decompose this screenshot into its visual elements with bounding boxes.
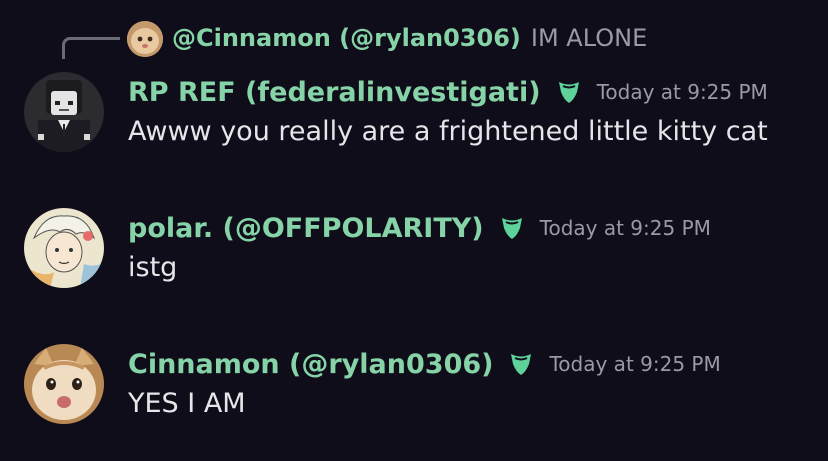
shield-badge-icon[interactable] bbox=[498, 214, 526, 242]
timestamp[interactable]: Today at 9:25 PM bbox=[540, 216, 711, 240]
timestamp[interactable]: Today at 9:25 PM bbox=[549, 352, 720, 376]
reply-text[interactable]: IM ALONE bbox=[531, 24, 647, 52]
shield-badge-icon[interactable] bbox=[507, 350, 535, 378]
message-header: RP REF (federalinvestigati) Today at 9:2… bbox=[128, 72, 768, 112]
reply-preview[interactable]: @Cinnamon (@rylan0306) IM ALONE bbox=[172, 20, 647, 56]
reply-author[interactable]: @Cinnamon (@rylan0306) bbox=[172, 24, 521, 52]
timestamp[interactable]: Today at 9:25 PM bbox=[597, 80, 768, 104]
message-content: Awww you really are a frightened little … bbox=[128, 116, 768, 147]
author-name[interactable]: Cinnamon (@rylan0306) bbox=[128, 349, 493, 380]
reply-avatar-icon[interactable] bbox=[127, 21, 163, 57]
shield-badge-icon[interactable] bbox=[555, 78, 583, 106]
chat-view: { "reply": { "author": "@Cinnamon (@ryla… bbox=[0, 0, 828, 461]
message-header: Cinnamon (@rylan0306) Today at 9:25 PM bbox=[128, 344, 721, 384]
message-content: istg bbox=[128, 252, 178, 283]
message-content: YES I AM bbox=[128, 388, 246, 419]
message-header: polar. (@OFFPOLARITY) Today at 9:25 PM bbox=[128, 208, 711, 248]
author-name[interactable]: RP REF (federalinvestigati) bbox=[128, 77, 541, 108]
cat-avatar-icon[interactable] bbox=[24, 344, 104, 424]
reply-connector bbox=[62, 37, 120, 59]
roblox-avatar-icon[interactable] bbox=[24, 72, 104, 152]
anime-avatar-icon[interactable] bbox=[24, 208, 104, 288]
author-name[interactable]: polar. (@OFFPOLARITY) bbox=[128, 213, 484, 244]
